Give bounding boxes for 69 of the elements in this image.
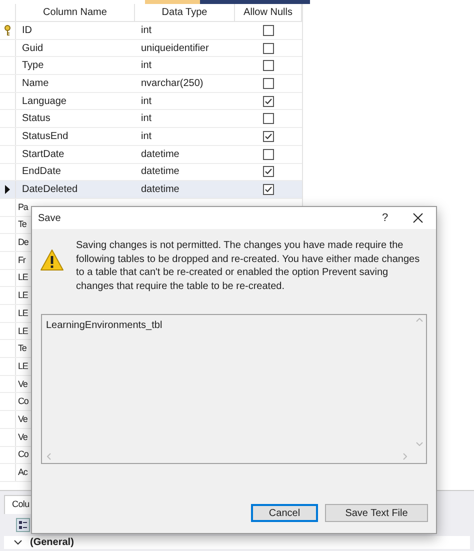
checkbox[interactable] xyxy=(263,113,274,124)
data-type-cell: datetime xyxy=(141,148,180,160)
checkbox[interactable] xyxy=(263,78,274,89)
table-row[interactable]: DateDeleted datetime xyxy=(0,181,302,199)
checkbox[interactable] xyxy=(263,184,274,196)
column-header: Column Name xyxy=(16,4,135,21)
error-message: Saving changes is not permitted. The changes you have made require the following tables to be dropped and re-created. You have either made changes to a table that can't be re-created or enabled the option Prevent saving changes that require the table to be re-created. xyxy=(76,239,421,293)
table-row[interactable]: StartDate datetime xyxy=(0,146,302,164)
table-row[interactable]: ID int xyxy=(0,22,302,40)
column-name-cell: Pa xyxy=(18,202,28,212)
column-header: Allow Nulls xyxy=(235,4,302,21)
column-name-cell: Co xyxy=(18,449,28,460)
table-row[interactable]: Guid uniqueidentifier xyxy=(0,40,302,58)
column-name-cell: LE xyxy=(18,290,28,300)
table-row[interactable]: Type int xyxy=(0,57,302,76)
dialog-title: Save xyxy=(38,212,61,226)
column-name-cell: Type xyxy=(22,60,44,72)
data-type-cell: datetime xyxy=(141,184,180,196)
column-name-cell: Ve xyxy=(18,378,28,389)
data-type-cell: uniqueidentifier xyxy=(141,42,209,54)
column-name-cell: Guid xyxy=(22,42,44,54)
warning-icon xyxy=(40,249,64,271)
column-name-cell: LE xyxy=(18,308,28,318)
table-row[interactable]: Name nvarchar(250) xyxy=(0,75,302,93)
column-name-cell: Te xyxy=(18,219,26,230)
checkbox[interactable] xyxy=(263,96,274,107)
column-name-cell: Status xyxy=(22,113,50,124)
checkbox[interactable] xyxy=(263,42,274,54)
column-name-cell: Fr xyxy=(18,254,26,265)
table-row[interactable]: Status int xyxy=(0,110,302,128)
chevron-down-icon[interactable] xyxy=(14,540,22,544)
checkbox[interactable] xyxy=(263,130,274,142)
table-row[interactable]: Language int xyxy=(0,92,302,110)
column-name-cell: Ve xyxy=(18,432,28,442)
column-name-cell: DateDeleted xyxy=(22,184,78,196)
checkbox[interactable] xyxy=(263,166,274,178)
column-name-cell: LE xyxy=(18,326,28,336)
column-name-cell: De xyxy=(18,237,28,248)
help-button[interactable]: ? xyxy=(370,207,400,229)
close-icon xyxy=(413,213,423,223)
column-name-cell: Te xyxy=(18,343,26,354)
column-name-cell: Ve xyxy=(18,414,28,424)
data-type-cell: nvarchar(250) xyxy=(141,78,204,89)
data-type-cell: int xyxy=(141,96,152,107)
data-type-cell: int xyxy=(141,60,152,72)
table-row[interactable]: StatusEnd int xyxy=(0,128,302,146)
data-type-cell: int xyxy=(141,130,152,142)
checkbox[interactable] xyxy=(263,148,274,160)
column-name-cell: Name xyxy=(22,78,49,89)
column-name-cell: Ac xyxy=(18,467,28,478)
data-type-cell: int xyxy=(141,113,152,124)
save-text-file-button[interactable]: Save Text File xyxy=(325,504,428,522)
column-name-cell: Co xyxy=(18,396,28,406)
cancel-button[interactable]: Cancel xyxy=(251,504,318,522)
column-header: Data Type xyxy=(135,4,235,21)
list-item[interactable]: LearningEnvironments_tbl xyxy=(46,318,412,333)
column-name-cell: LE xyxy=(18,360,28,371)
data-type-cell: int xyxy=(141,24,152,36)
column-name-cell: Language xyxy=(22,96,66,107)
categorized-icon[interactable] xyxy=(16,518,30,532)
column-name-cell: StartDate xyxy=(22,148,64,160)
checkbox[interactable] xyxy=(263,24,274,36)
column-name-cell: EndDate xyxy=(22,166,61,178)
column-name-cell: ID xyxy=(22,24,32,36)
checkbox[interactable] xyxy=(263,60,274,72)
column-name-cell: StatusEnd xyxy=(22,130,68,142)
data-type-cell: datetime xyxy=(141,166,180,178)
category-label: (General) xyxy=(30,536,74,550)
column-name-cell: LE xyxy=(18,272,28,282)
